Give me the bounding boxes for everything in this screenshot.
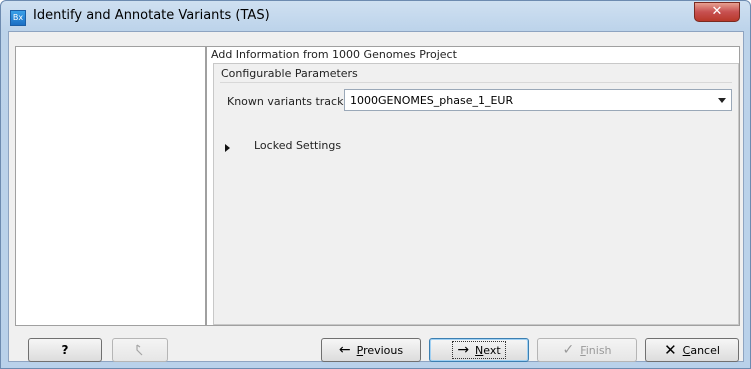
cancel-label: Cancel — [682, 343, 720, 357]
known-variants-label: Known variants track — [227, 95, 344, 108]
dialog-window: Bx Identify and Annotate Variants (TAS) … — [0, 0, 751, 369]
help-button[interactable]: ? — [28, 338, 102, 362]
configurable-parameters-group: Configurable Parameters Known variants t… — [213, 63, 739, 325]
reset-button[interactable] — [112, 338, 168, 362]
help-label: ? — [61, 343, 69, 357]
wizard-steps-panel — [15, 46, 206, 326]
arrow-right-icon: → — [457, 342, 470, 358]
dialog-body: Add Information from 1000 Genomes Projec… — [8, 31, 744, 362]
check-icon: ✓ — [562, 342, 575, 358]
app-icon: Bx — [10, 10, 26, 26]
arrow-left-icon: ← — [338, 342, 351, 358]
group-divider — [220, 82, 732, 83]
known-variants-value: 1000GENOMES_phase_1_EUR — [350, 94, 514, 107]
close-icon: ✕ — [711, 4, 723, 19]
next-focus-ring: → Next — [452, 341, 506, 359]
next-button[interactable]: → Next — [429, 338, 529, 362]
title-bar[interactable]: Bx Identify and Annotate Variants (TAS) … — [1, 1, 750, 31]
finish-label: Finish — [580, 343, 612, 357]
section-title: Add Information from 1000 Genomes Projec… — [211, 48, 457, 61]
dropdown-arrow-icon — [718, 98, 726, 103]
reset-icon — [136, 344, 143, 356]
close-button[interactable]: ✕ — [694, 2, 740, 22]
known-variants-select[interactable]: 1000GENOMES_phase_1_EUR — [344, 89, 732, 111]
group-title: Configurable Parameters — [221, 67, 358, 80]
expand-triangle-icon[interactable] — [225, 144, 230, 152]
parameters-panel: Add Information from 1000 Genomes Projec… — [206, 46, 740, 326]
locked-settings-toggle[interactable]: Locked Settings — [254, 139, 341, 152]
window-title: Identify and Annotate Variants (TAS) — [33, 8, 270, 23]
previous-label: Previous — [356, 343, 404, 357]
next-label: Next — [475, 343, 501, 357]
cancel-x-icon: ✕ — [664, 340, 677, 359]
cancel-button[interactable]: ✕ Cancel — [645, 338, 739, 362]
finish-button[interactable]: ✓ Finish — [537, 338, 637, 362]
previous-button[interactable]: ← Previous — [321, 338, 421, 362]
